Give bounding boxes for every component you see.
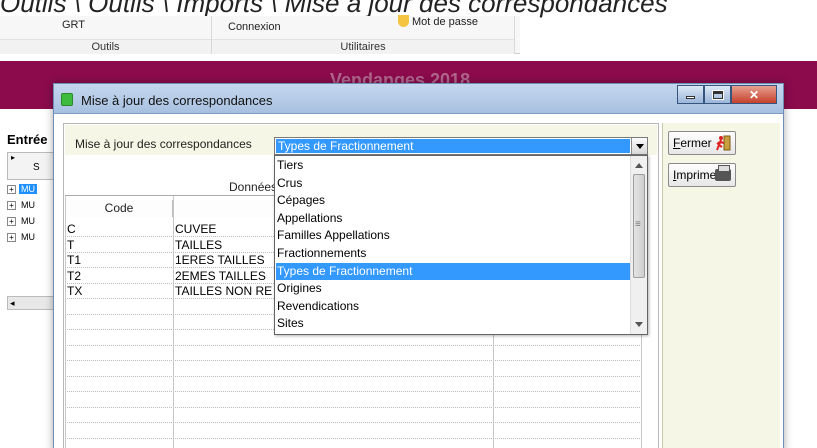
table-row[interactable] — [65, 439, 642, 448]
printer-icon — [715, 165, 731, 181]
column-header-code[interactable]: Code — [65, 200, 173, 217]
grid-line — [173, 196, 174, 448]
dropdown-option[interactable]: Revendications — [276, 298, 630, 315]
cell-code: T1 — [67, 253, 82, 267]
cell-code: T — [67, 237, 75, 252]
cell-code: T2 — [67, 268, 82, 283]
ribbon-group-outils: GRT Outils — [0, 16, 212, 54]
cell-code: TX — [67, 284, 83, 298]
button-label: mprimer — [676, 168, 721, 182]
imprimer-button[interactable]: Imprimer — [668, 163, 736, 187]
dropdown-option[interactable]: Fractionnements — [276, 245, 630, 262]
scroll-up-icon[interactable] — [635, 163, 643, 168]
close-icon: ✕ — [748, 87, 760, 102]
minimize-icon — [686, 96, 695, 99]
dialog-title: Mise à jour des correspondances — [81, 93, 273, 108]
table-row[interactable] — [65, 408, 642, 423]
grid-title: Données — [229, 180, 278, 194]
dropdown-option[interactable]: Sites — [276, 315, 630, 332]
select-value: Types de Fractionnement — [276, 139, 630, 153]
action-panel: Fermer Imprimer — [662, 123, 780, 448]
connexion-button[interactable]: Connexion — [228, 21, 281, 33]
dropdown-option[interactable]: Tiers — [276, 157, 630, 174]
section-title: Entrée — [7, 132, 48, 147]
button-label: ermer — [680, 136, 712, 150]
table-row[interactable] — [65, 393, 642, 408]
grt-button[interactable]: GRT — [62, 19, 85, 31]
dropdown-option[interactable]: Familles Appellations — [276, 227, 630, 244]
maximize-button[interactable] — [704, 85, 731, 104]
close-window-button[interactable]: ✕ — [731, 85, 777, 104]
table-row[interactable] — [65, 377, 642, 392]
grid-line — [65, 196, 66, 448]
app-icon — [61, 93, 73, 106]
window-controls: ✕ — [677, 85, 777, 106]
mot-de-passe-button[interactable]: Mot de passe — [398, 15, 478, 28]
scroll-down-icon[interactable] — [635, 322, 643, 327]
minimize-button[interactable] — [677, 85, 704, 104]
scroll-thumb[interactable] — [633, 174, 645, 278]
dropdown-option[interactable]: Appellations — [276, 210, 630, 227]
expand-icon[interactable]: + — [7, 217, 16, 226]
expand-icon[interactable]: + — [7, 201, 16, 210]
expand-icon[interactable]: + — [7, 233, 16, 242]
table-row[interactable] — [65, 346, 642, 361]
ribbon-group-label: Outils — [0, 39, 211, 54]
correspondance-type-dropdown[interactable]: Tiers Crus Cépages Appellations Familles App… — [274, 155, 648, 335]
ribbon-group-utilitaires: Connexion Mot de passe Utilitaires — [212, 15, 515, 54]
shield-icon — [398, 15, 409, 27]
maximize-icon — [711, 89, 724, 100]
fermer-button[interactable]: Fermer — [668, 131, 736, 155]
ribbon-group-label: Utilitaires — [212, 39, 514, 54]
dropdown-option[interactable]: Crus — [276, 175, 630, 192]
dropdown-option[interactable]: Origines — [276, 280, 630, 297]
dialog-titlebar[interactable]: Mise à jour des correspondances ✕ — [54, 84, 783, 114]
table-row[interactable] — [65, 424, 642, 439]
exit-icon — [716, 135, 731, 151]
header-letter: S — [33, 162, 40, 173]
ribbon: GRT Outils Connexion Mot de passe Utilit… — [0, 15, 520, 54]
dropdown-option[interactable]: Types de Fractionnement — [276, 262, 630, 280]
mot-de-passe-label: Mot de passe — [412, 16, 479, 28]
filter-label: Mise à jour des correspondances — [75, 137, 252, 151]
cell-code: C — [67, 222, 76, 236]
table-row[interactable] — [65, 362, 642, 377]
chevron-down-icon[interactable] — [631, 138, 647, 154]
correspondance-type-select[interactable]: Types de Fractionnement — [274, 137, 648, 155]
dropdown-scrollbar[interactable] — [630, 156, 647, 334]
expand-icon[interactable]: + — [7, 185, 16, 194]
dropdown-option[interactable]: Cépages — [276, 192, 630, 209]
